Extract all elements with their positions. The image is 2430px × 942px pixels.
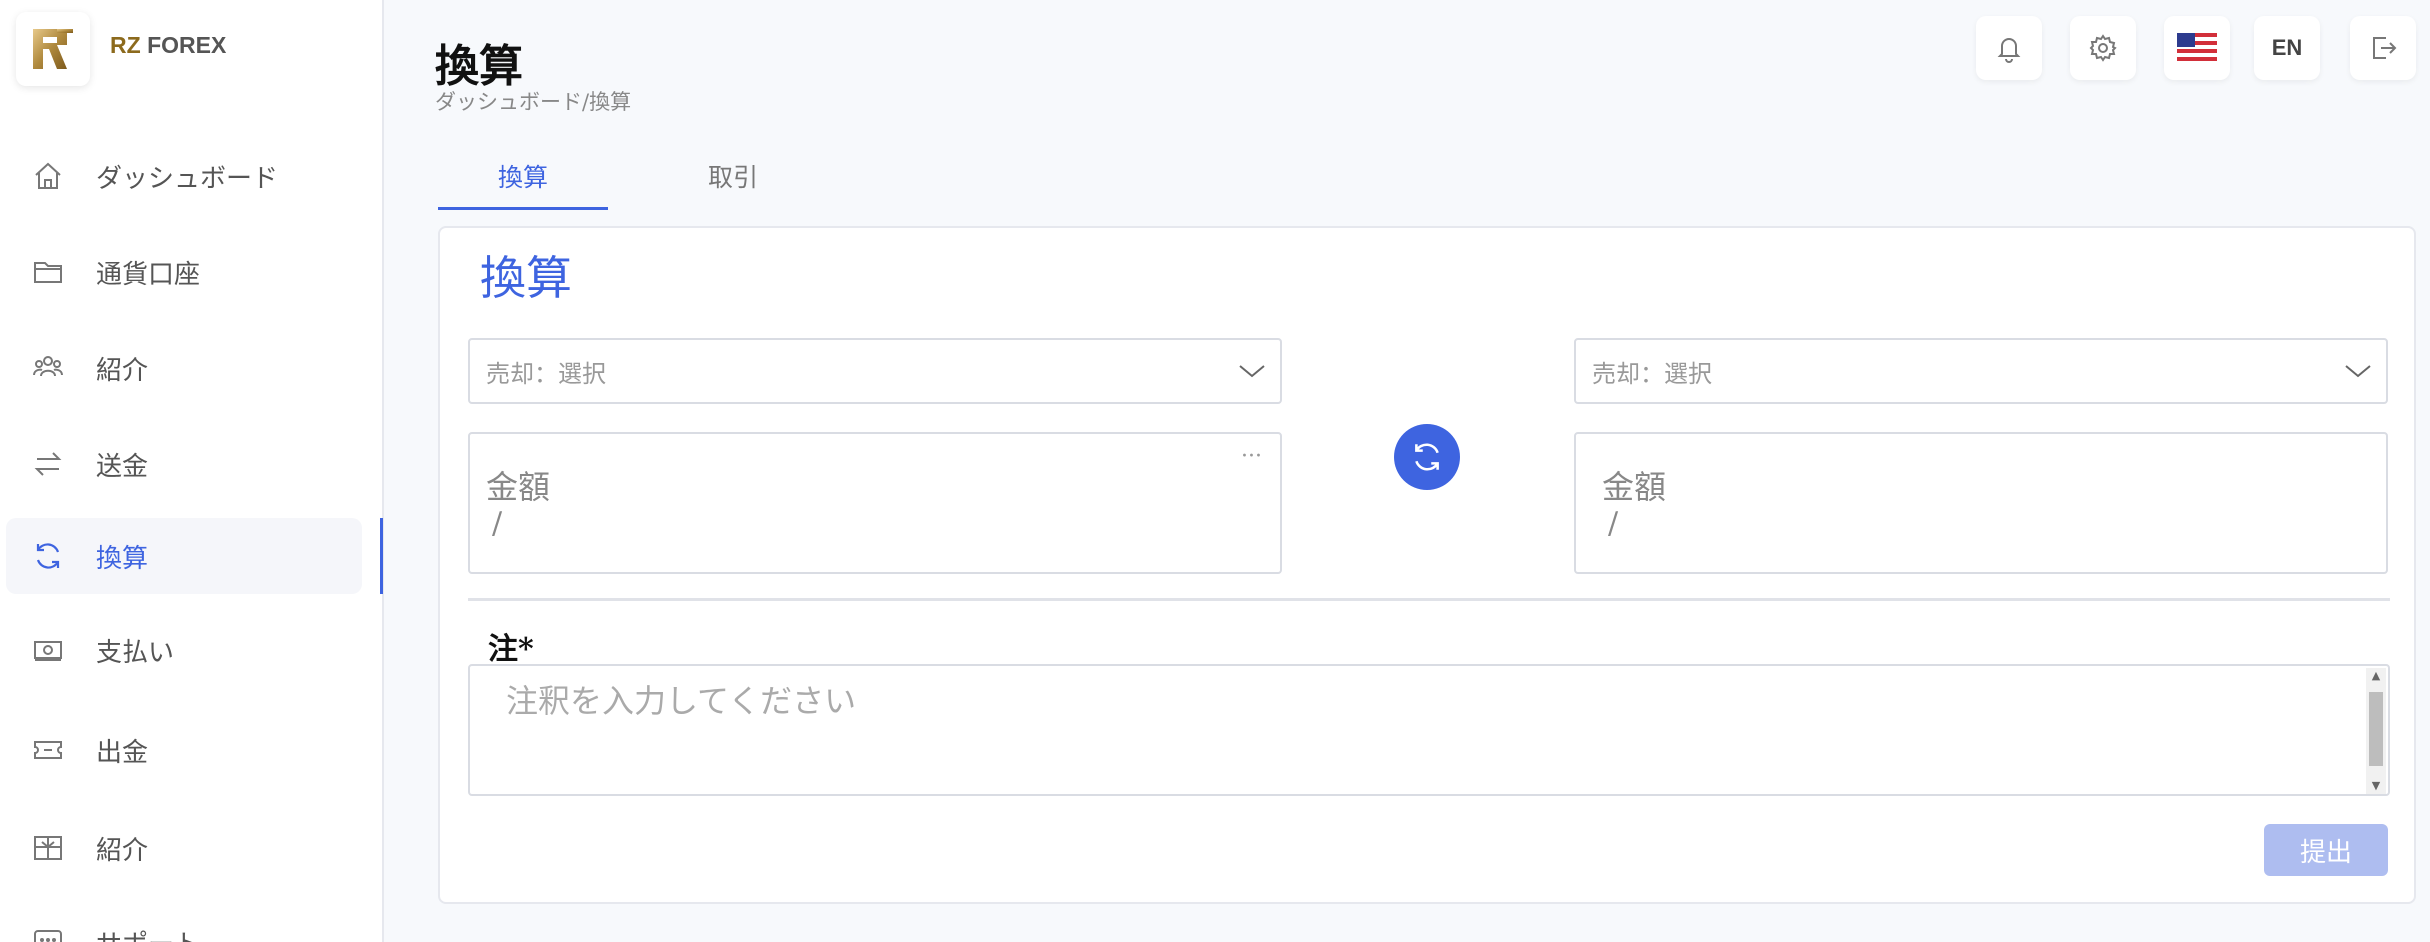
chevron-down-icon <box>2345 365 2371 378</box>
sidebar-item-support[interactable]: サポート <box>6 904 362 942</box>
us-flag-icon <box>2177 33 2217 63</box>
sell-currency-select-right[interactable]: 売却：選択 <box>1574 338 2388 404</box>
note-placeholder: 注釈を入力してください <box>506 682 857 720</box>
settings-button[interactable] <box>2070 16 2136 80</box>
language-button[interactable]: EN <box>2254 16 2320 80</box>
transfer-icon <box>30 446 66 482</box>
sidebar-item-label: 支払い <box>96 637 175 668</box>
sidebar-item-withdraw[interactable]: 出金 <box>6 712 362 788</box>
sidebar-item-dashboard[interactable]: ダッシュボード <box>6 138 362 214</box>
sidebar-item-accounts[interactable]: 通貨口座 <box>6 234 362 310</box>
scroll-down-icon[interactable]: ▼ <box>2366 778 2386 794</box>
sidebar-item-label: ダッシュボード <box>96 163 279 194</box>
scroll-up-icon[interactable]: ▲ <box>2366 668 2386 684</box>
sidebar-item-transfer[interactable]: 送金 <box>6 426 362 502</box>
gift-icon <box>30 830 66 866</box>
refresh-icon <box>1415 443 1439 471</box>
tab-transaction[interactable]: 取引 <box>648 158 818 210</box>
logo[interactable] <box>16 12 90 86</box>
home-icon <box>30 158 66 194</box>
note-scrollbar[interactable]: ▲ ▼ <box>2366 668 2386 794</box>
chevron-down-icon <box>1239 365 1265 378</box>
sidebar-item-referral[interactable]: 紹介 <box>6 330 362 406</box>
tab-convert[interactable]: 換算 <box>438 158 608 210</box>
card-title: 換算 <box>480 251 572 305</box>
gear-icon <box>2089 34 2117 62</box>
sidebar-item-referral-2[interactable]: 紹介 <box>6 810 362 886</box>
sell-currency-select-left[interactable]: 売却：選択 <box>468 338 1282 404</box>
page-title: 換算 <box>435 41 523 92</box>
sidebar-item-label: 紹介 <box>96 355 149 386</box>
logout-button[interactable] <box>2350 16 2416 80</box>
logo-icon <box>33 29 73 69</box>
divider <box>468 598 2390 601</box>
more-icon[interactable]: ··· <box>1241 444 1262 469</box>
note-label: 注* <box>488 632 534 667</box>
amount-field-right[interactable]: 金額 / <box>1574 432 2388 574</box>
note-textarea[interactable]: 注釈を入力してください ▲ ▼ <box>468 664 2390 796</box>
amount-label: 金額 <box>486 468 551 506</box>
language-label: EN <box>2271 35 2303 60</box>
chat-icon <box>30 924 66 942</box>
amount-field-left[interactable]: 金額 / ··· <box>468 432 1282 574</box>
breadcrumb: ダッシュボード/換算 <box>435 90 632 114</box>
bell-icon <box>1997 38 2021 63</box>
sidebar-item-label: 紹介 <box>96 835 149 866</box>
logout-icon <box>2373 37 2397 59</box>
select-placeholder: 売却：選択 <box>486 359 606 388</box>
sidebar-item-label: サポート <box>96 924 200 942</box>
sidebar-item-label: 出金 <box>96 737 149 768</box>
language-flag-button[interactable] <box>2164 16 2230 80</box>
active-indicator <box>380 518 383 594</box>
amount-value: / <box>1608 506 1619 541</box>
notification-button[interactable] <box>1976 16 2042 80</box>
sidebar-item-label: 換算 <box>96 543 149 574</box>
convert-card: 換算 売却：選択 売却：選択 金額 / ··· 金額 / 注* 注釈を入力してく… <box>438 226 2416 904</box>
select-placeholder: 売却：選択 <box>1592 359 1712 388</box>
brand-name: RZ FOREX <box>110 32 227 58</box>
sidebar-item-payment[interactable]: 支払い <box>6 612 362 688</box>
sidebar: RZ FOREX ダッシュボード 通貨口座 紹介 送金 換算 支払い 出金 紹介 <box>0 0 384 942</box>
cash-icon <box>30 632 66 668</box>
amount-value: / <box>492 506 503 541</box>
amount-label: 金額 <box>1602 468 1667 506</box>
users-icon <box>30 350 66 386</box>
sidebar-item-label: 通貨口座 <box>96 259 201 290</box>
submit-button[interactable]: 提出 <box>2264 824 2388 876</box>
refresh-icon <box>30 538 66 574</box>
sidebar-item-convert[interactable]: 換算 <box>6 518 362 594</box>
sidebar-item-label: 送金 <box>96 451 149 482</box>
folder-icon <box>30 254 66 290</box>
swap-currencies-button[interactable] <box>1394 424 1460 490</box>
scroll-thumb[interactable] <box>2369 692 2383 766</box>
ticket-icon <box>30 732 66 768</box>
